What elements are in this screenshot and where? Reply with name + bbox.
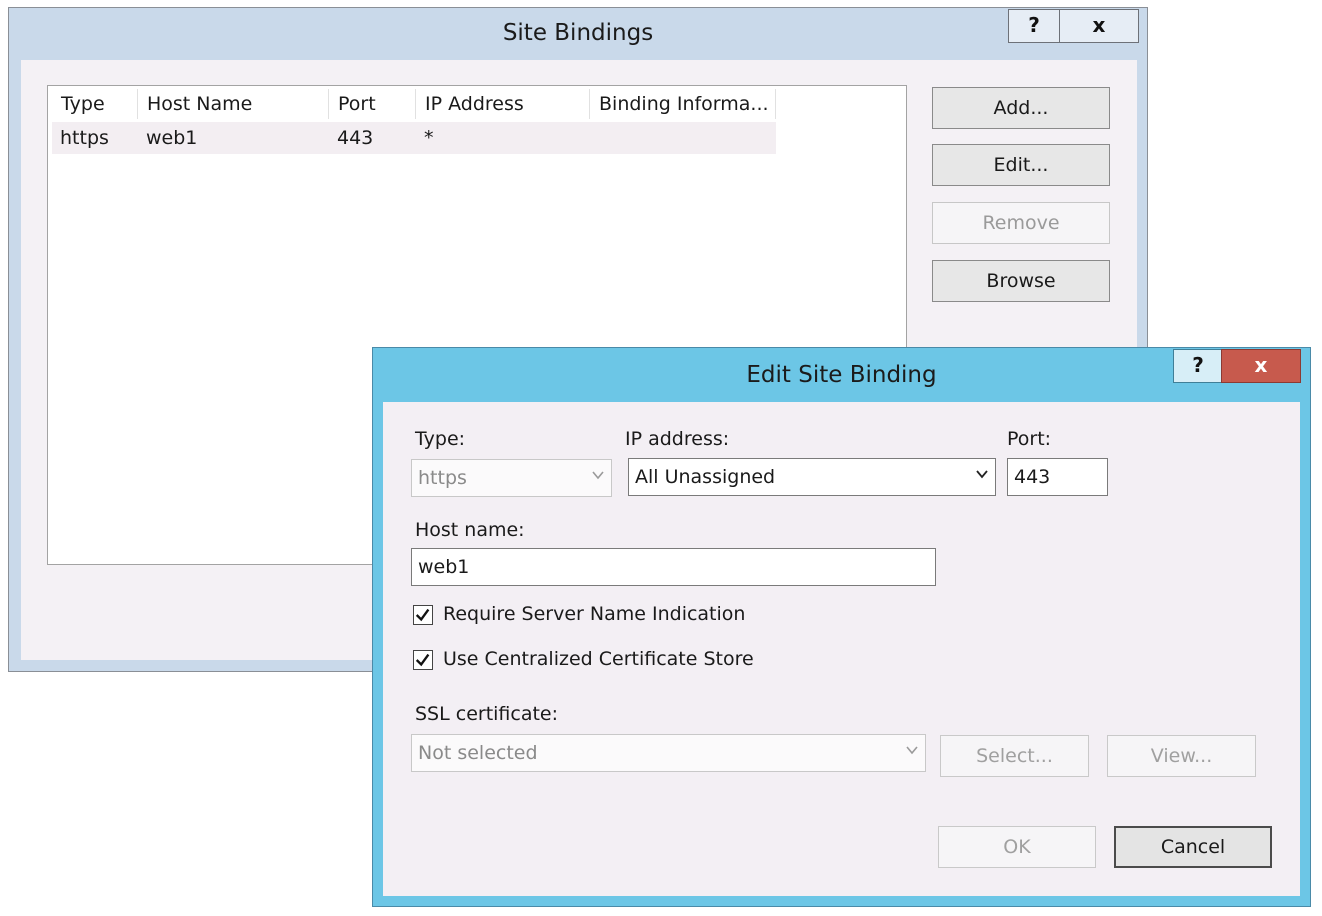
dialog-content: Type: IP address: Port: https All Unassi… [383,402,1300,896]
add-button[interactable]: Add... [932,87,1110,129]
list-header: Type Host Name Port IP Address Binding I… [48,86,906,120]
cancel-button[interactable]: Cancel [1114,826,1272,868]
column-header-port[interactable]: Port [329,89,416,119]
host-name-label: Host name: [415,519,525,541]
cell-host-name: web1 [146,127,198,149]
ip-address-value: All Unassigned [635,466,776,488]
dialog-help-button[interactable]: ? [1173,349,1223,383]
ok-button[interactable]: OK [938,826,1096,868]
type-dropdown[interactable]: https [411,459,612,497]
edit-button[interactable]: Edit... [932,144,1110,186]
close-button[interactable]: x [1059,9,1139,43]
window-title: Site Bindings [502,20,654,46]
checkmark-icon [415,653,430,667]
host-name-field[interactable]: web1 [411,548,936,586]
type-value: https [418,467,467,489]
cell-type: https [60,127,109,149]
ip-address-label: IP address: [625,428,730,450]
ssl-certificate-dropdown[interactable]: Not selected [411,734,926,772]
checkmark-icon [415,608,430,622]
view-certificate-button[interactable]: View... [1107,735,1256,777]
column-header-host-name[interactable]: Host Name [138,89,329,119]
column-header-ip-address[interactable]: IP Address [416,89,590,119]
dialog-close-button[interactable]: x [1221,349,1301,383]
cell-ip-address: * [424,127,434,149]
ip-address-dropdown[interactable]: All Unassigned [628,458,996,496]
ssl-certificate-value: Not selected [418,742,538,764]
port-label: Port: [1007,428,1052,450]
column-header-type[interactable]: Type [52,89,138,119]
sni-label[interactable]: Require Server Name Indication [443,603,745,625]
dialog-title: Edit Site Binding [746,362,937,388]
column-header-binding-information[interactable]: Binding Informa... [590,89,776,119]
chevron-down-icon [592,471,604,480]
chevron-down-icon [906,746,918,755]
centralized-certificate-store-label[interactable]: Use Centralized Certificate Store [443,648,754,670]
ssl-certificate-label: SSL certificate: [415,703,559,725]
table-row[interactable]: https web1 443 * [52,122,776,154]
centralized-certificate-store-checkbox[interactable] [413,650,433,670]
cell-binding-information [590,122,598,154]
select-certificate-button[interactable]: Select... [940,735,1089,777]
remove-button[interactable]: Remove [932,202,1110,244]
chevron-down-icon [976,470,988,479]
help-button[interactable]: ? [1008,9,1060,43]
type-label: Type: [415,428,466,450]
sni-checkbox[interactable] [413,605,433,625]
cell-port: 443 [337,127,374,149]
port-field[interactable]: 443 [1007,458,1108,496]
edit-site-binding-dialog: Edit Site Binding ? x Type: IP address: … [372,347,1311,907]
browse-button[interactable]: Browse [932,260,1110,302]
